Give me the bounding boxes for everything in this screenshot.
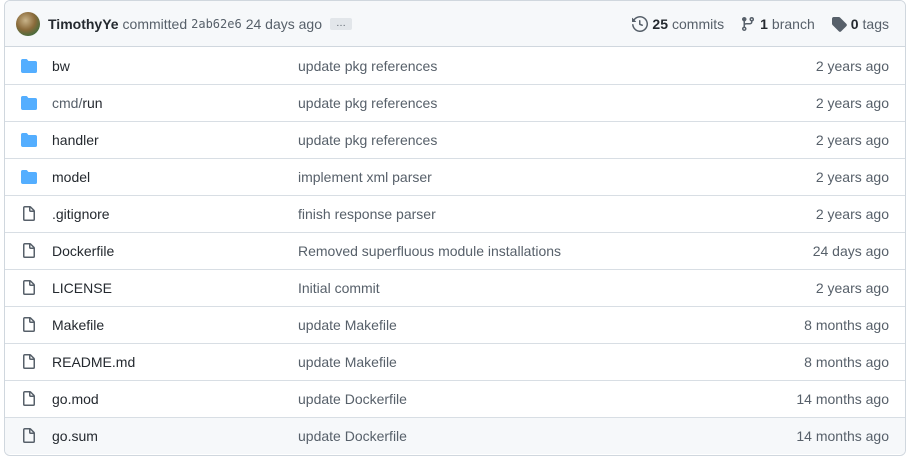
commit-time[interactable]: 24 days ago (246, 16, 322, 32)
commit-message-link[interactable]: Initial commit (298, 280, 749, 296)
commit-age: 14 months ago (796, 391, 889, 407)
commits-count: 25 (652, 15, 668, 32)
file-name-link[interactable]: .gitignore (52, 206, 298, 222)
committed-label: committed (122, 15, 188, 32)
folder-icon (21, 95, 37, 111)
file-row[interactable]: Makefile update Makefile 8 months ago (5, 306, 905, 343)
commit-age: 2 years ago (815, 206, 889, 222)
avatar[interactable] (16, 11, 40, 36)
commit-message-link[interactable]: update Makefile (298, 354, 749, 370)
file-name-link[interactable]: go.sum (52, 428, 298, 444)
folder-icon (21, 58, 37, 74)
file-name-link[interactable]: model (52, 169, 298, 185)
file-row[interactable]: README.md update Makefile 8 months ago (5, 343, 905, 380)
file-browser: TimothyYe committed 2ab62e6 24 days ago … (4, 0, 906, 456)
commit-sha[interactable]: 2ab62e6 (191, 17, 242, 31)
commit-age: 8 months ago (804, 317, 889, 333)
tag-icon (831, 16, 847, 32)
commit-age: 2 years ago (815, 57, 889, 74)
commit-age: 2 years ago (815, 169, 889, 185)
commit-message-link[interactable]: update Dockerfile (298, 428, 749, 444)
file-row[interactable]: handler update pkg references 2 years ago (5, 121, 905, 158)
file-row[interactable]: model implement xml parser 2 years ago (5, 158, 905, 195)
file-name-link[interactable]: go.mod (52, 391, 298, 407)
file-name-link[interactable]: handler (52, 132, 298, 148)
file-icon (21, 391, 37, 407)
file-name-link[interactable]: Makefile (52, 317, 298, 333)
parent-dir-prefix: cmd/ (52, 95, 83, 111)
commits-link[interactable]: 25 commits (632, 16, 724, 32)
file-row[interactable]: .gitignore finish response parser 2 years … (5, 195, 905, 232)
commit-age: 2 years ago (815, 280, 889, 296)
commits-label: commits (672, 15, 725, 32)
branches-link[interactable]: 1 branch (740, 16, 815, 32)
commit-age: 8 months ago (804, 354, 889, 370)
folder-icon (21, 169, 37, 185)
file-icon (21, 354, 37, 370)
commit-message-link[interactable]: update Makefile (298, 317, 749, 333)
file-name: Makefile (52, 317, 105, 333)
file-name-link[interactable]: cmd/run (52, 95, 298, 111)
file-name-link[interactable]: README.md (52, 354, 298, 370)
history-icon (632, 15, 649, 32)
file-icon (21, 206, 37, 222)
file-row[interactable]: cmd/run update pkg references 2 years ago (5, 84, 905, 121)
commit-message-link[interactable]: update Dockerfile (298, 391, 749, 407)
commit-author[interactable]: TimothyYe (48, 16, 119, 32)
branch-count: 1 (760, 15, 768, 32)
file-row[interactable]: go.mod update Dockerfile 14 months ago (5, 380, 905, 417)
commit-message-link[interactable]: finish response parser (298, 206, 749, 222)
file-name: LICENSE (52, 280, 112, 296)
commit-age: 2 years ago (815, 95, 889, 111)
file-name: go.sum (52, 428, 98, 444)
file-row[interactable]: LICENSE Initial commit 2 years ago (5, 269, 905, 306)
file-row[interactable]: Dockerfile Removed superfluous module ins… (5, 232, 905, 269)
file-name-link[interactable]: bw (52, 58, 298, 74)
file-icon (21, 243, 37, 259)
branch-label: branch (771, 15, 815, 32)
branch-icon (742, 16, 755, 31)
folder-icon (21, 132, 37, 148)
file-name: .gitignore (52, 206, 110, 222)
commit-message-link[interactable]: update pkg references (298, 95, 749, 111)
file-name-link[interactable]: LICENSE (52, 280, 298, 296)
file-name: README.md (52, 354, 136, 370)
commit-age: 24 days ago (812, 243, 889, 259)
tags-link[interactable]: 0 tags (831, 16, 889, 32)
file-name: bw (52, 57, 70, 74)
file-row[interactable]: go.sum update Dockerfile 14 months ago (5, 417, 905, 454)
expand-commit-button[interactable]: … (330, 17, 352, 30)
commit-message-link[interactable]: Removed superfluous module installations (298, 243, 749, 259)
file-icon (21, 280, 37, 296)
file-name: Dockerfile (52, 243, 115, 259)
file-name: handler (52, 132, 99, 148)
file-icon (21, 317, 37, 333)
commit-message-link[interactable]: implement xml parser (298, 169, 749, 185)
file-list: bw update pkg references 2 years ago cmd/ru… (5, 47, 905, 454)
commit-age: 2 years ago (815, 132, 889, 148)
commit-message-link[interactable]: update pkg references (298, 58, 749, 74)
file-name: go.mod (52, 391, 99, 407)
tags-count: 0 (850, 15, 859, 32)
file-name: model (52, 169, 91, 185)
tags-label: tags (862, 15, 889, 32)
file-name: run (82, 95, 103, 111)
file-row[interactable]: bw update pkg references 2 years ago (5, 47, 905, 84)
commit-age: 14 months ago (796, 428, 889, 444)
file-icon (21, 428, 37, 444)
latest-commit-bar: TimothyYe committed 2ab62e6 24 days ago … (5, 1, 905, 47)
commit-message-link[interactable]: update pkg references (298, 132, 749, 148)
file-name-link[interactable]: Dockerfile (52, 243, 298, 259)
